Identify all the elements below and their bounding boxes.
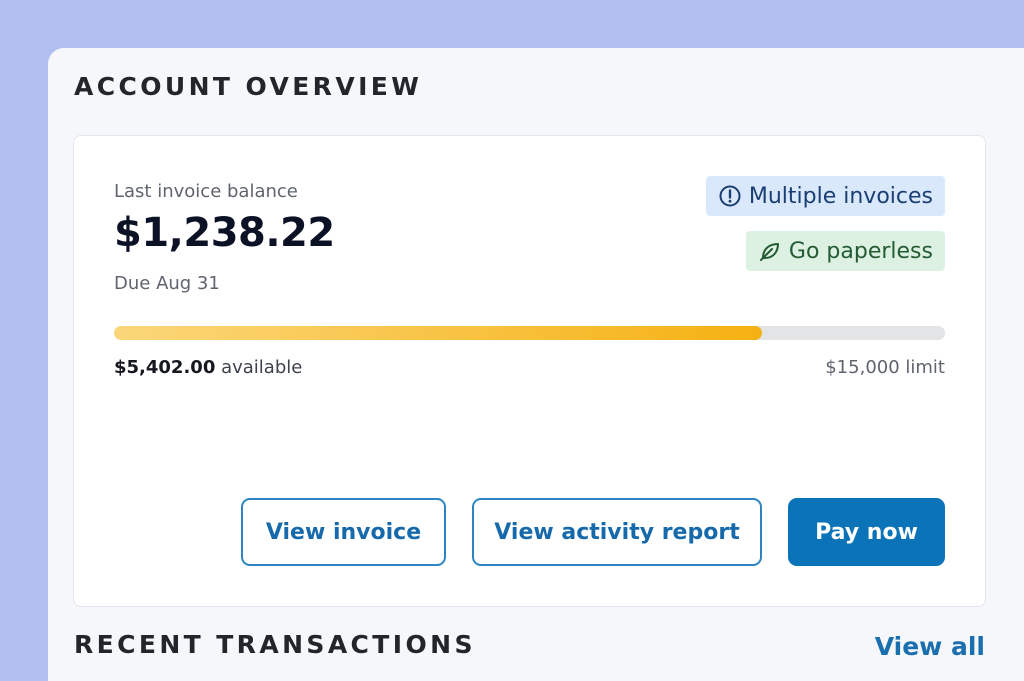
balance-label: Last invoice balance — [114, 181, 298, 202]
account-panel: ACCOUNT OVERVIEW Last invoice balance $1… — [48, 48, 1024, 681]
available-suffix: available — [215, 357, 303, 378]
available-amount: $5,402.00 — [114, 357, 216, 378]
multiple-invoices-label: Multiple invoices — [748, 183, 933, 209]
credit-usage-bar — [114, 326, 945, 340]
due-date: Due Aug 31 — [114, 273, 220, 294]
go-paperless-label: Go paperless — [788, 238, 933, 264]
pay-now-button[interactable]: Pay now — [788, 498, 945, 566]
view-activity-report-button[interactable]: View activity report — [472, 498, 762, 566]
balance-amount: $1,238.22 — [114, 210, 335, 256]
balance-card: Last invoice balance $1,238.22 Due Aug 3… — [73, 135, 986, 607]
view-all-link[interactable]: View all — [875, 632, 985, 661]
available-credit: $5,402.00 available — [114, 357, 302, 378]
recent-transactions-heading: RECENT TRANSACTIONS — [74, 630, 476, 659]
credit-usage-fill — [114, 326, 763, 340]
leaf-icon — [758, 239, 782, 263]
view-invoice-button[interactable]: View invoice — [241, 498, 446, 566]
info-circle-icon — [718, 184, 742, 208]
account-overview-heading: ACCOUNT OVERVIEW — [74, 72, 423, 101]
go-paperless-badge[interactable]: Go paperless — [745, 231, 945, 271]
credit-limit: $15,000 limit — [825, 357, 945, 378]
multiple-invoices-badge[interactable]: Multiple invoices — [705, 176, 945, 216]
